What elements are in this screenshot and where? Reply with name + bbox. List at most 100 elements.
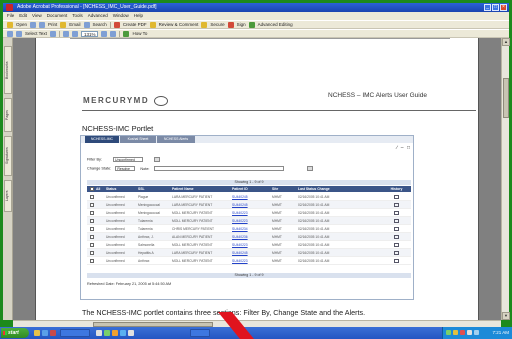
start-label: start — [8, 330, 19, 336]
fit-width-icon[interactable] — [110, 30, 117, 37]
navigation-panel: Bookmarks Pages Signatures Layers — [3, 38, 13, 320]
header-rule — [82, 110, 476, 111]
quick-launch-ie-icon[interactable] — [42, 330, 48, 336]
logo-swoosh-icon — [153, 96, 168, 106]
cell-patient-id: SU440245 — [232, 203, 248, 207]
history-icon — [394, 203, 399, 208]
quick-launch-icon[interactable] — [120, 330, 126, 336]
advanced-editing-button[interactable]: Advanced Editing — [258, 22, 293, 27]
minimize-button[interactable]: _ — [484, 4, 491, 11]
quick-launch-icon[interactable] — [128, 330, 134, 336]
cell-patient-id: SU440245 — [232, 251, 248, 255]
header-patient-name: Patient Name — [172, 187, 194, 191]
email-icon[interactable] — [60, 21, 67, 28]
menu-window[interactable]: Window — [113, 12, 129, 20]
note-field — [153, 166, 284, 171]
cell-patient-id: SU440223 — [232, 259, 248, 263]
cell-status: Unconfirmed — [106, 251, 125, 255]
close-button[interactable]: × — [500, 4, 507, 11]
table-row: Unconfirmed Salmonella MOLL MERCURY PATI… — [87, 241, 411, 249]
open-icon[interactable] — [7, 21, 13, 28]
save-icon[interactable] — [30, 21, 37, 28]
window-titlebar[interactable]: Adobe Acrobat Professional - [NCHESS_IMC… — [3, 3, 509, 12]
tray-app-icon[interactable] — [474, 330, 479, 335]
zoom-level-field[interactable]: 131% — [80, 30, 99, 37]
history-icon — [394, 195, 399, 200]
sign-icon[interactable] — [227, 21, 234, 28]
fit-page-icon[interactable] — [101, 30, 108, 37]
portlet-tab-bar: NCHESS-IMC Kushal Sheet NCHESS Alerts — [81, 136, 413, 143]
how-to-button[interactable]: How To — [132, 31, 147, 36]
menu-help[interactable]: Help — [134, 12, 143, 20]
menu-view[interactable]: View — [32, 12, 42, 20]
pages-tab[interactable]: Pages — [4, 98, 12, 132]
cell-ssl: Plague — [138, 195, 149, 199]
scroll-down-arrow-icon[interactable]: ▼ — [502, 312, 510, 320]
cell-patient-name: MOLL MERCURY PATIENT — [172, 219, 213, 223]
bookmarks-tab[interactable]: Bookmarks — [4, 46, 12, 94]
how-to-icon[interactable] — [123, 30, 130, 37]
menu-edit[interactable]: Edit — [19, 12, 27, 20]
cell-patient-id: SU440223 — [232, 219, 248, 223]
zoom-out-icon[interactable] — [62, 30, 69, 37]
taskbar-window-button[interactable] — [60, 329, 90, 337]
history-icon — [394, 235, 399, 240]
select-text-icon[interactable] — [16, 30, 22, 37]
create-pdf-icon[interactable] — [113, 21, 120, 28]
tray-volume-icon[interactable] — [453, 330, 458, 335]
vertical-scrollbar[interactable]: ▲ ▼ — [501, 38, 510, 320]
open-button[interactable]: Open — [16, 22, 27, 27]
menu-advanced[interactable]: Advanced — [88, 12, 108, 20]
layers-tab[interactable]: Layers — [4, 180, 12, 212]
secure-button[interactable]: Secure — [210, 22, 224, 27]
sign-button[interactable]: Sign — [237, 22, 246, 27]
maximize-button[interactable]: □ — [492, 4, 499, 11]
signatures-tab[interactable]: Signatures — [4, 136, 12, 176]
quick-launch-icon[interactable] — [104, 330, 110, 336]
cell-status: Unconfirmed — [106, 211, 125, 215]
tray-security-icon[interactable] — [460, 330, 465, 335]
email-button[interactable]: Email — [69, 22, 80, 27]
tray-network-icon[interactable] — [446, 330, 451, 335]
search-icon[interactable] — [83, 21, 90, 28]
review-icon[interactable] — [149, 21, 156, 28]
menu-file[interactable]: File — [7, 12, 14, 20]
start-button[interactable]: start — [1, 328, 29, 338]
taskbar-window-button[interactable] — [190, 329, 210, 337]
menu-document[interactable]: Document — [47, 12, 68, 20]
advanced-editing-icon[interactable] — [248, 21, 255, 28]
vertical-scroll-thumb[interactable] — [503, 78, 509, 118]
hand-tool-icon[interactable] — [7, 30, 13, 37]
create-pdf-button[interactable]: Create PDF — [123, 22, 147, 27]
cell-ssl: Anthrax — [138, 259, 150, 263]
row-checkbox — [89, 195, 94, 200]
cell-last-change: 02/16/2005 10:41 AM — [298, 195, 330, 199]
print-icon[interactable] — [39, 21, 46, 28]
cell-last-change: 02/16/2005 10:41 AM — [298, 235, 330, 239]
review-comment-button[interactable]: Review & Comment — [159, 22, 199, 27]
cell-patient-id: SU440223 — [232, 243, 248, 247]
document-pane[interactable]: MERCURYMD NCHESS – IMC Alerts User Guide… — [13, 38, 501, 320]
zoom-in-icon[interactable] — [71, 30, 78, 37]
print-button[interactable]: Print — [48, 22, 57, 27]
cell-ssl: Meningococcal — [138, 211, 160, 215]
lock-icon[interactable] — [201, 21, 208, 28]
view-toolbar: Select Text 131% How To — [3, 29, 509, 38]
scroll-up-arrow-icon[interactable]: ▲ — [502, 38, 510, 46]
menu-tools[interactable]: Tools — [72, 12, 83, 20]
snapshot-icon[interactable] — [49, 30, 56, 37]
page-divider — [70, 38, 450, 39]
cell-status: Unconfirmed — [106, 195, 125, 199]
tray-app-icon[interactable] — [467, 330, 472, 335]
quick-launch-icon[interactable] — [96, 330, 102, 336]
portlet-screenshot: NCHESS-IMC Kushal Sheet NCHESS Alerts ∕ … — [80, 135, 414, 300]
menu-bar: File Edit View Document Tools Advanced W… — [3, 12, 509, 20]
quick-launch-acrobat-icon[interactable] — [50, 330, 56, 336]
select-text-button[interactable]: Select Text — [25, 31, 47, 36]
search-button[interactable]: Search — [93, 22, 107, 27]
filter-by-select: Unconfirmed — [113, 157, 144, 162]
row-checkbox — [89, 203, 94, 208]
quick-launch-folder-icon[interactable] — [34, 330, 40, 336]
quick-launch-icon[interactable] — [112, 330, 118, 336]
cell-status: Unconfirmed — [106, 203, 125, 207]
